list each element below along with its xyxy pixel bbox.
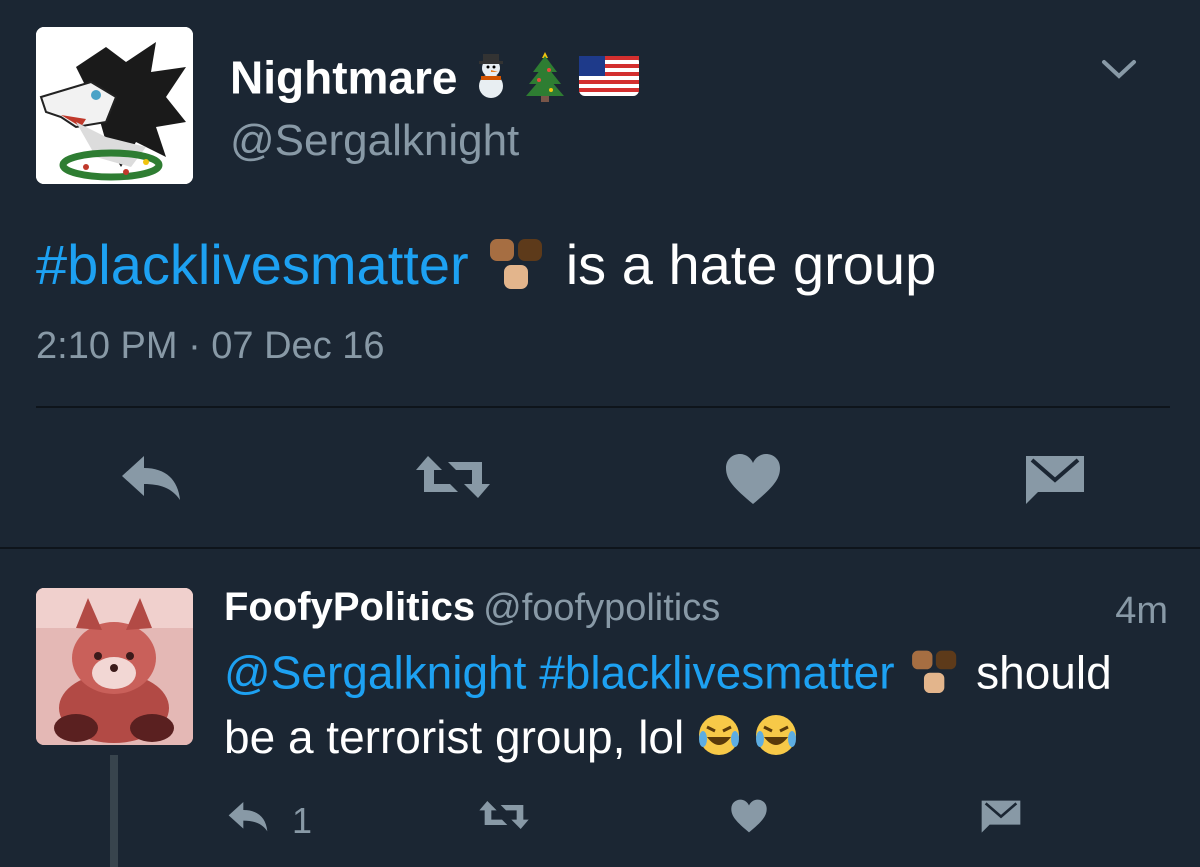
- reply-text-line: be a terrorist group, lol: [224, 710, 798, 768]
- hashtag-link[interactable]: #blacklivesmatter: [36, 233, 469, 296]
- laughing-tears-emoji: [697, 713, 741, 768]
- tweet-body-text: is a hate group: [565, 233, 937, 296]
- divider: [0, 547, 1200, 549]
- timestamp[interactable]: 4m: [1115, 590, 1168, 633]
- dm-icon[interactable]: [980, 798, 1022, 838]
- reply-count: 1: [292, 800, 313, 841]
- tweet-text: #blacklivesmatter is a hate group: [36, 232, 936, 306]
- retweet-icon[interactable]: [478, 798, 530, 838]
- chevron-down-icon[interactable]: [1100, 58, 1138, 82]
- display-name[interactable]: FoofyPolitics: [224, 585, 475, 629]
- timestamp[interactable]: 2:10 PM · 07 Dec 16: [36, 325, 385, 368]
- thread-line: [110, 755, 118, 867]
- avatar[interactable]: [36, 27, 193, 184]
- reply-text-line: @Sergalknight #blacklivesmatter should: [224, 645, 1112, 708]
- tweet-display-name-row[interactable]: Nightmare: [230, 50, 640, 113]
- christmas-tree-emoji: [525, 50, 565, 113]
- reply-header[interactable]: FoofyPolitics @foofypolitics: [224, 585, 720, 630]
- mention-link[interactable]: @Sergalknight: [224, 647, 526, 699]
- sergal-avatar-image: [36, 27, 193, 184]
- us-flag-emoji: [578, 53, 640, 110]
- divider: [36, 406, 1170, 408]
- raised-fists-emoji: [484, 233, 550, 306]
- heart-icon[interactable]: [724, 452, 782, 512]
- heart-icon[interactable]: [730, 798, 768, 838]
- dm-icon[interactable]: [1024, 452, 1086, 512]
- reply-icon[interactable]: [226, 798, 270, 838]
- handle[interactable]: @Sergalknight: [230, 116, 519, 166]
- laughing-tears-emoji: [754, 713, 798, 768]
- display-name[interactable]: Nightmare: [230, 52, 457, 104]
- hashtag-link[interactable]: #blacklivesmatter: [539, 647, 894, 699]
- retweet-icon[interactable]: [414, 452, 492, 512]
- fox-plush-avatar-image: [36, 588, 193, 745]
- avatar[interactable]: [36, 588, 193, 745]
- handle[interactable]: @foofypolitics: [483, 587, 720, 629]
- reply-icon[interactable]: [118, 452, 184, 512]
- reply-body-text: should: [976, 646, 1112, 699]
- raised-fists-emoji: [907, 645, 963, 708]
- reply-body-text: be a terrorist group, lol: [224, 711, 685, 763]
- snowman-emoji: [470, 52, 512, 111]
